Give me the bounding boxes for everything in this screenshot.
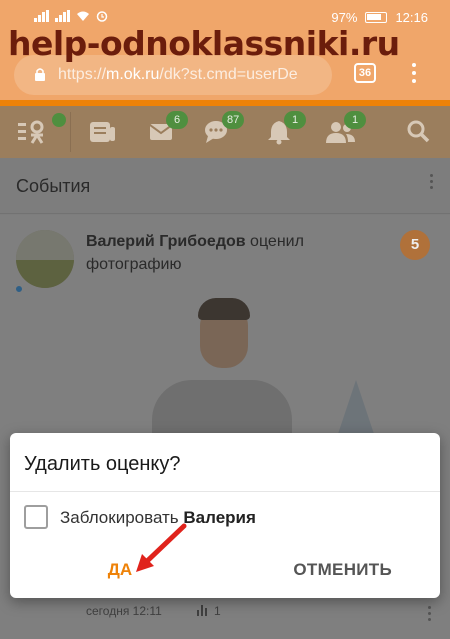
tab-switcher-button[interactable]: 36	[354, 63, 376, 83]
clock: 12:16	[395, 10, 428, 25]
search-icon[interactable]	[406, 119, 436, 145]
rated-photo[interactable]	[116, 296, 406, 434]
delete-rating-dialog: Удалить оценку? Заблокировать Валерия ДА…	[10, 433, 440, 598]
ok-toolbar: 6 87 1 1	[0, 106, 450, 158]
url-text: https://m.ok.ru/dk?st.cmd=userDe	[58, 66, 298, 83]
discussions-icon[interactable]: 87	[204, 111, 245, 145]
wifi-icon	[77, 11, 89, 21]
menu-badge	[52, 113, 66, 127]
feed-icon[interactable]	[88, 119, 118, 145]
stats-icon	[197, 604, 209, 616]
signal-icon	[34, 10, 49, 22]
item-menu-icon[interactable]	[428, 606, 432, 624]
battery-icon	[365, 12, 388, 23]
feed-item-text: Валерий Грибоедов оценил фотографию	[86, 230, 386, 276]
cancel-button[interactable]: ОТМЕНИТЬ	[280, 560, 392, 580]
ok-menu-icon[interactable]	[18, 113, 66, 145]
pointer-arrow-icon	[136, 523, 187, 572]
online-indicator	[14, 284, 24, 294]
browser-menu-button[interactable]	[411, 63, 417, 85]
block-user-checkbox[interactable]	[24, 505, 48, 529]
event-time: сегодня 12:11	[86, 604, 162, 618]
author-link[interactable]: Валерий Грибоедов	[86, 233, 246, 250]
signal-icon-2	[55, 10, 70, 22]
messages-badge: 6	[166, 111, 188, 129]
watermark: help-odnoklassniki.ru	[8, 24, 400, 63]
events-title: События	[16, 176, 91, 196]
battery-percent: 97%	[331, 10, 358, 25]
lock-icon	[35, 68, 45, 81]
events-menu-icon[interactable]	[430, 174, 434, 192]
dialog-divider	[10, 491, 440, 492]
avatar[interactable]	[16, 230, 74, 288]
rating-badge: 5	[400, 230, 430, 260]
dialog-title: Удалить оценку?	[24, 453, 181, 475]
notifications-badge: 1	[284, 111, 306, 129]
friends-badge: 1	[344, 111, 366, 129]
discussions-badge: 87	[222, 111, 245, 129]
toolbar-separator	[70, 112, 71, 152]
stats-count: 1	[214, 604, 221, 618]
friends-icon[interactable]: 1	[326, 111, 366, 145]
notifications-icon[interactable]: 1	[266, 111, 306, 145]
messages-icon[interactable]: 6	[148, 111, 188, 145]
alarm-icon	[96, 11, 108, 22]
